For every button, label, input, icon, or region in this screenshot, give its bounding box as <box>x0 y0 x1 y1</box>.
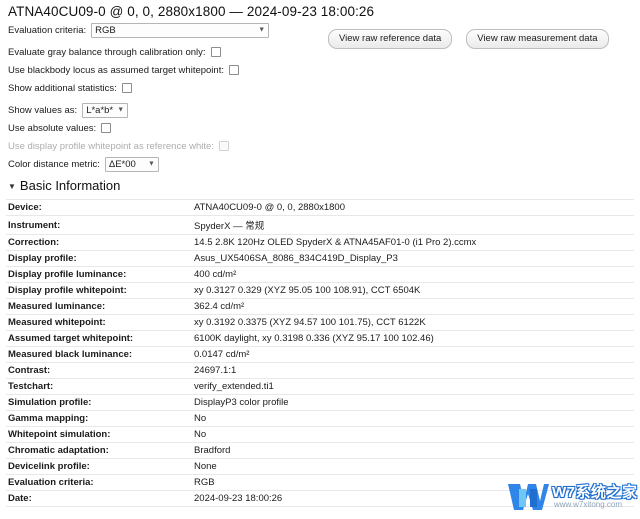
table-row: Instrument: SpyderX — 常规 <box>6 216 634 235</box>
view-raw-measurement-data-button[interactable]: View raw measurement data <box>466 29 609 49</box>
info-value: Bradford <box>194 445 231 456</box>
table-row: Display profile luminance: 400 cd/m² <box>6 267 634 283</box>
show-values-row: Show values as: L*a*b* ▼ <box>8 102 634 118</box>
info-value: Asus_UX5406SA_8086_834C419D_Display_P3 <box>194 253 398 264</box>
info-key: Testchart: <box>8 381 54 392</box>
summary-header[interactable]: ▼ Summary <box>6 507 634 519</box>
info-key: Display profile: <box>8 253 77 264</box>
table-row: Measured black luminance: 0.0147 cd/m² <box>6 347 634 363</box>
info-value: No <box>194 429 207 440</box>
absolute-values-checkbox[interactable] <box>101 123 112 133</box>
show-values-label: Show values as: <box>8 104 78 116</box>
table-row: Measured whitepoint: xy 0.3192 0.3375 (XY… <box>6 315 634 331</box>
table-row: Contrast: 24697.1:1 <box>6 363 634 379</box>
info-key: Evaluation criteria: <box>8 477 94 488</box>
table-row: Display profile: Asus_UX5406SA_8086_834C4… <box>6 251 634 267</box>
info-key: Display profile whitepoint: <box>8 285 127 296</box>
table-row: Device: ATNA40CU09-0 @ 0, 0, 2880x1800 <box>6 199 634 216</box>
info-value: xy 0.3192 0.3375 (XYZ 94.57 100 101.75),… <box>194 317 426 328</box>
info-value: 2024-09-23 18:00:26 <box>194 493 283 504</box>
basic-information-heading: Basic Information <box>19 178 121 193</box>
page-title: ATNA40CU09-0 @ 0, 0, 2880x1800 — 2024-09… <box>8 4 375 19</box>
table-row: Display profile whitepoint: xy 0.3127 0.3… <box>6 283 634 299</box>
gray-balance-checkbox[interactable] <box>210 47 221 57</box>
gray-balance-label: Evaluate gray balance through calibratio… <box>8 46 206 58</box>
table-row: Measured luminance: 362.4 cd/m² <box>6 299 634 315</box>
info-key: Measured luminance: <box>8 301 106 312</box>
show-values-select[interactable]: L*a*b* <box>82 102 129 118</box>
table-row: Devicelink profile: None <box>6 459 634 475</box>
table-row: Gamma mapping: No <box>6 411 634 427</box>
info-value: None <box>194 461 217 472</box>
raw-data-button-row: View raw reference data View raw measure… <box>328 29 609 49</box>
additional-statistics-row: Show additional statistics: <box>8 80 634 96</box>
basic-information-header[interactable]: ▼ Basic Information <box>6 174 634 199</box>
info-value: 400 cd/m² <box>194 269 237 280</box>
info-key: Measured black luminance: <box>8 349 133 360</box>
info-value: verify_extended.ti1 <box>194 381 274 392</box>
info-value: SpyderX — 常规 <box>194 221 265 232</box>
additional-statistics-label: Show additional statistics: <box>8 82 117 94</box>
info-value: DisplayP3 color profile <box>194 397 289 408</box>
info-key: Whitepoint simulation: <box>8 429 111 440</box>
info-key: Measured whitepoint: <box>8 317 106 328</box>
view-raw-reference-data-button[interactable]: View raw reference data <box>328 29 453 49</box>
basic-information-table: Device: ATNA40CU09-0 @ 0, 0, 2880x1800 Ins… <box>6 199 634 507</box>
table-row: Simulation profile: DisplayP3 color profi… <box>6 395 634 411</box>
info-key: Instrument: <box>8 219 61 231</box>
evaluation-criteria-label: Evaluation criteria: <box>8 24 87 36</box>
evaluation-criteria-select[interactable]: RGB <box>91 22 270 38</box>
info-value: 6100K daylight, xy 0.3198 0.336 (XYZ 95.… <box>194 333 434 344</box>
info-key: Date: <box>8 493 32 504</box>
absolute-values-row: Use absolute values: <box>8 120 634 136</box>
info-value: ATNA40CU09-0 @ 0, 0, 2880x1800 <box>194 202 345 213</box>
info-key: Simulation profile: <box>8 397 92 408</box>
info-value: xy 0.3127 0.329 (XYZ 95.05 100 108.91), … <box>194 285 421 296</box>
evaluation-criteria-select-wrap[interactable]: RGB ▼ <box>91 22 270 38</box>
blackbody-locus-label: Use blackbody locus as assumed target wh… <box>8 64 224 76</box>
info-key: Devicelink profile: <box>8 461 90 472</box>
color-distance-select-wrap[interactable]: ΔE*00 ▼ <box>104 156 159 172</box>
info-key: Assumed target whitepoint: <box>8 333 134 344</box>
blackbody-locus-row: Use blackbody locus as assumed target wh… <box>8 62 634 78</box>
info-value: 24697.1:1 <box>194 365 237 376</box>
table-row: Chromatic adaptation: Bradford <box>6 443 634 459</box>
basic-information-body: Device: ATNA40CU09-0 @ 0, 0, 2880x1800 Ins… <box>6 199 634 507</box>
triangle-down-icon: ▼ <box>8 182 16 191</box>
profile-whitepoint-checkbox <box>218 141 229 151</box>
profile-whitepoint-label: Use display profile whitepoint as refere… <box>8 140 214 152</box>
info-key: Display profile luminance: <box>8 269 127 280</box>
table-row: Evaluation criteria: RGB <box>6 475 634 491</box>
info-key: Contrast: <box>8 365 51 376</box>
info-value: 14.5 2.8K 120Hz OLED SpyderX & ATNA45AF0… <box>194 237 477 248</box>
info-value: 362.4 cd/m² <box>194 301 245 312</box>
color-distance-select[interactable]: ΔE*00 <box>104 156 159 172</box>
show-values-select-wrap[interactable]: L*a*b* ▼ <box>82 102 129 118</box>
info-value: No <box>194 413 207 424</box>
info-value: RGB <box>194 477 215 488</box>
additional-statistics-checkbox[interactable] <box>121 83 132 93</box>
info-key: Device: <box>8 202 42 213</box>
table-row: Date: 2024-09-23 18:00:26 <box>6 491 634 507</box>
info-value: 0.0147 cd/m² <box>194 349 250 360</box>
color-distance-row: Color distance metric: ΔE*00 ▼ <box>8 156 634 172</box>
info-key: Correction: <box>8 237 60 248</box>
table-row: Testchart: verify_extended.ti1 <box>6 379 634 395</box>
profile-whitepoint-row: Use display profile whitepoint as refere… <box>8 138 634 154</box>
blackbody-locus-checkbox[interactable] <box>228 65 239 75</box>
table-row: Assumed target whitepoint: 6100K daylight… <box>6 331 634 347</box>
color-distance-label: Color distance metric: <box>8 158 100 170</box>
absolute-values-label: Use absolute values: <box>8 122 97 134</box>
table-row: Whitepoint simulation: No <box>6 427 634 443</box>
table-row: Correction: 14.5 2.8K 120Hz OLED SpyderX … <box>6 235 634 251</box>
report-page: ATNA40CU09-0 @ 0, 0, 2880x1800 — 2024-09… <box>0 0 640 519</box>
info-key: Gamma mapping: <box>8 413 89 424</box>
info-key: Chromatic adaptation: <box>8 445 109 456</box>
